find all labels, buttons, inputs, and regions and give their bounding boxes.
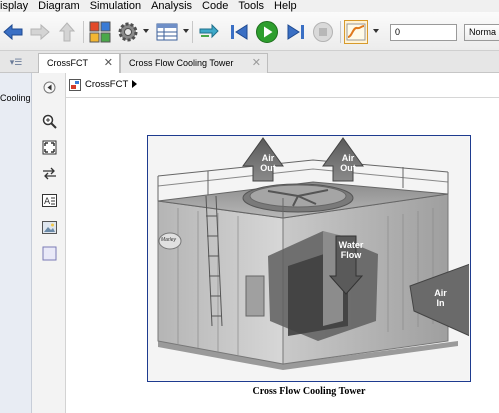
gear-icon [118,22,138,42]
air-in-label: Air In [428,288,453,308]
back-arrow-icon [3,24,23,40]
area-icon [42,246,56,260]
arrange-button[interactable] [41,165,57,181]
menu-simulation[interactable]: Simulation [90,0,141,12]
circle-arrow-icon [43,81,55,93]
cooling-tower-image[interactable]: Air Out Air Out Water Flow Air In Marley [147,135,471,382]
label-line: Air [261,153,275,163]
library-browser-icon [89,21,111,43]
stop-time-field[interactable]: 0 [390,24,457,41]
address-bar: CrossFCT [66,73,499,98]
menu-help[interactable]: Help [274,0,297,12]
simulink-window: isplay Diagram Simulation Analysis Code … [0,0,499,413]
run-icon [256,21,278,43]
model-settings-button[interactable] [117,20,139,44]
menu-code[interactable]: Code [202,0,228,12]
image-icon [41,220,57,234]
label-line: Out [260,163,276,173]
tab-cross-flow-cooling-tower[interactable]: Cross Flow Cooling Tower ✕ [120,53,268,73]
model-browser-item[interactable]: Cooling [0,93,31,103]
menu-display[interactable]: isplay [0,0,28,12]
step-forward-button[interactable] [285,20,307,44]
zoom-in-icon [42,114,57,129]
table-icon [156,23,178,41]
label-line: Air [434,288,447,298]
run-button[interactable] [255,20,279,44]
close-icon[interactable]: ✕ [252,54,261,72]
hide-browser-button[interactable] [41,79,57,95]
fit-to-view-button[interactable] [41,139,57,155]
cooling-tower-illustration [148,136,471,380]
breadcrumb[interactable]: CrossFCT [85,79,128,90]
tab-crossfct[interactable]: CrossFCT ✕ [38,53,120,74]
svg-text:A: A [44,197,51,207]
label-line: Air [341,153,355,163]
figure-caption: Cross Flow Cooling Tower [252,386,366,397]
brand-logo: Marley [161,237,177,243]
fit-view-icon [42,140,56,154]
tool-palette: A [32,73,66,413]
data-inspector-button[interactable] [344,20,368,44]
step-back-button[interactable] [228,20,250,44]
stop-icon [313,22,333,42]
tab-bar: ▾☰ CrossFCT ✕ Cross Flow Cooling Tower ✕ [0,51,499,74]
forward-button[interactable] [30,20,50,44]
stop-button[interactable] [312,20,334,44]
collapse-icon: ▾☰ [9,56,23,67]
breadcrumb-arrow-icon[interactable] [132,80,137,88]
toolbar: 0 Norma [0,12,499,51]
simulation-mode-select[interactable]: Norma [464,24,499,41]
model-browser: Cooling [0,73,32,413]
close-icon[interactable]: ✕ [104,54,113,72]
menu-diagram[interactable]: Diagram [38,0,80,12]
model-icon [69,79,81,91]
zoom-button[interactable] [41,113,57,129]
annotation-button[interactable]: A [41,192,57,208]
step-back-icon [231,24,248,40]
menu-bar: isplay Diagram Simulation Analysis Code … [0,0,499,12]
water-flow-label: Water Flow [331,240,371,260]
label-line: In [436,298,445,308]
library-browser-button[interactable] [89,20,111,44]
tab-label: CrossFCT [47,58,88,68]
up-button[interactable] [58,20,76,44]
menu-analysis[interactable]: Analysis [151,0,192,12]
step-forward-icon [287,24,304,40]
air-out-left-label: Air Out [253,153,283,173]
signal-plot-icon [346,23,366,41]
refresh-icon [199,23,219,39]
model-browser-toggle[interactable]: ▾☰ [0,51,32,73]
back-button[interactable] [3,20,23,44]
forward-arrow-icon [30,24,50,40]
update-diagram-button[interactable] [197,20,221,44]
text-annotation-icon: A [41,193,57,207]
image-button[interactable] [41,219,57,235]
air-out-right-label: Air Out [333,153,363,173]
label-line: Out [340,163,356,173]
arrows-icon [42,167,56,179]
menu-tools[interactable]: Tools [238,0,264,12]
label-line: Water [338,240,364,250]
up-arrow-icon [59,22,75,42]
tab-label: Cross Flow Cooling Tower [129,58,234,68]
label-line: Flow [340,250,362,260]
area-button[interactable] [41,245,57,261]
model-explorer-button[interactable] [155,20,179,44]
